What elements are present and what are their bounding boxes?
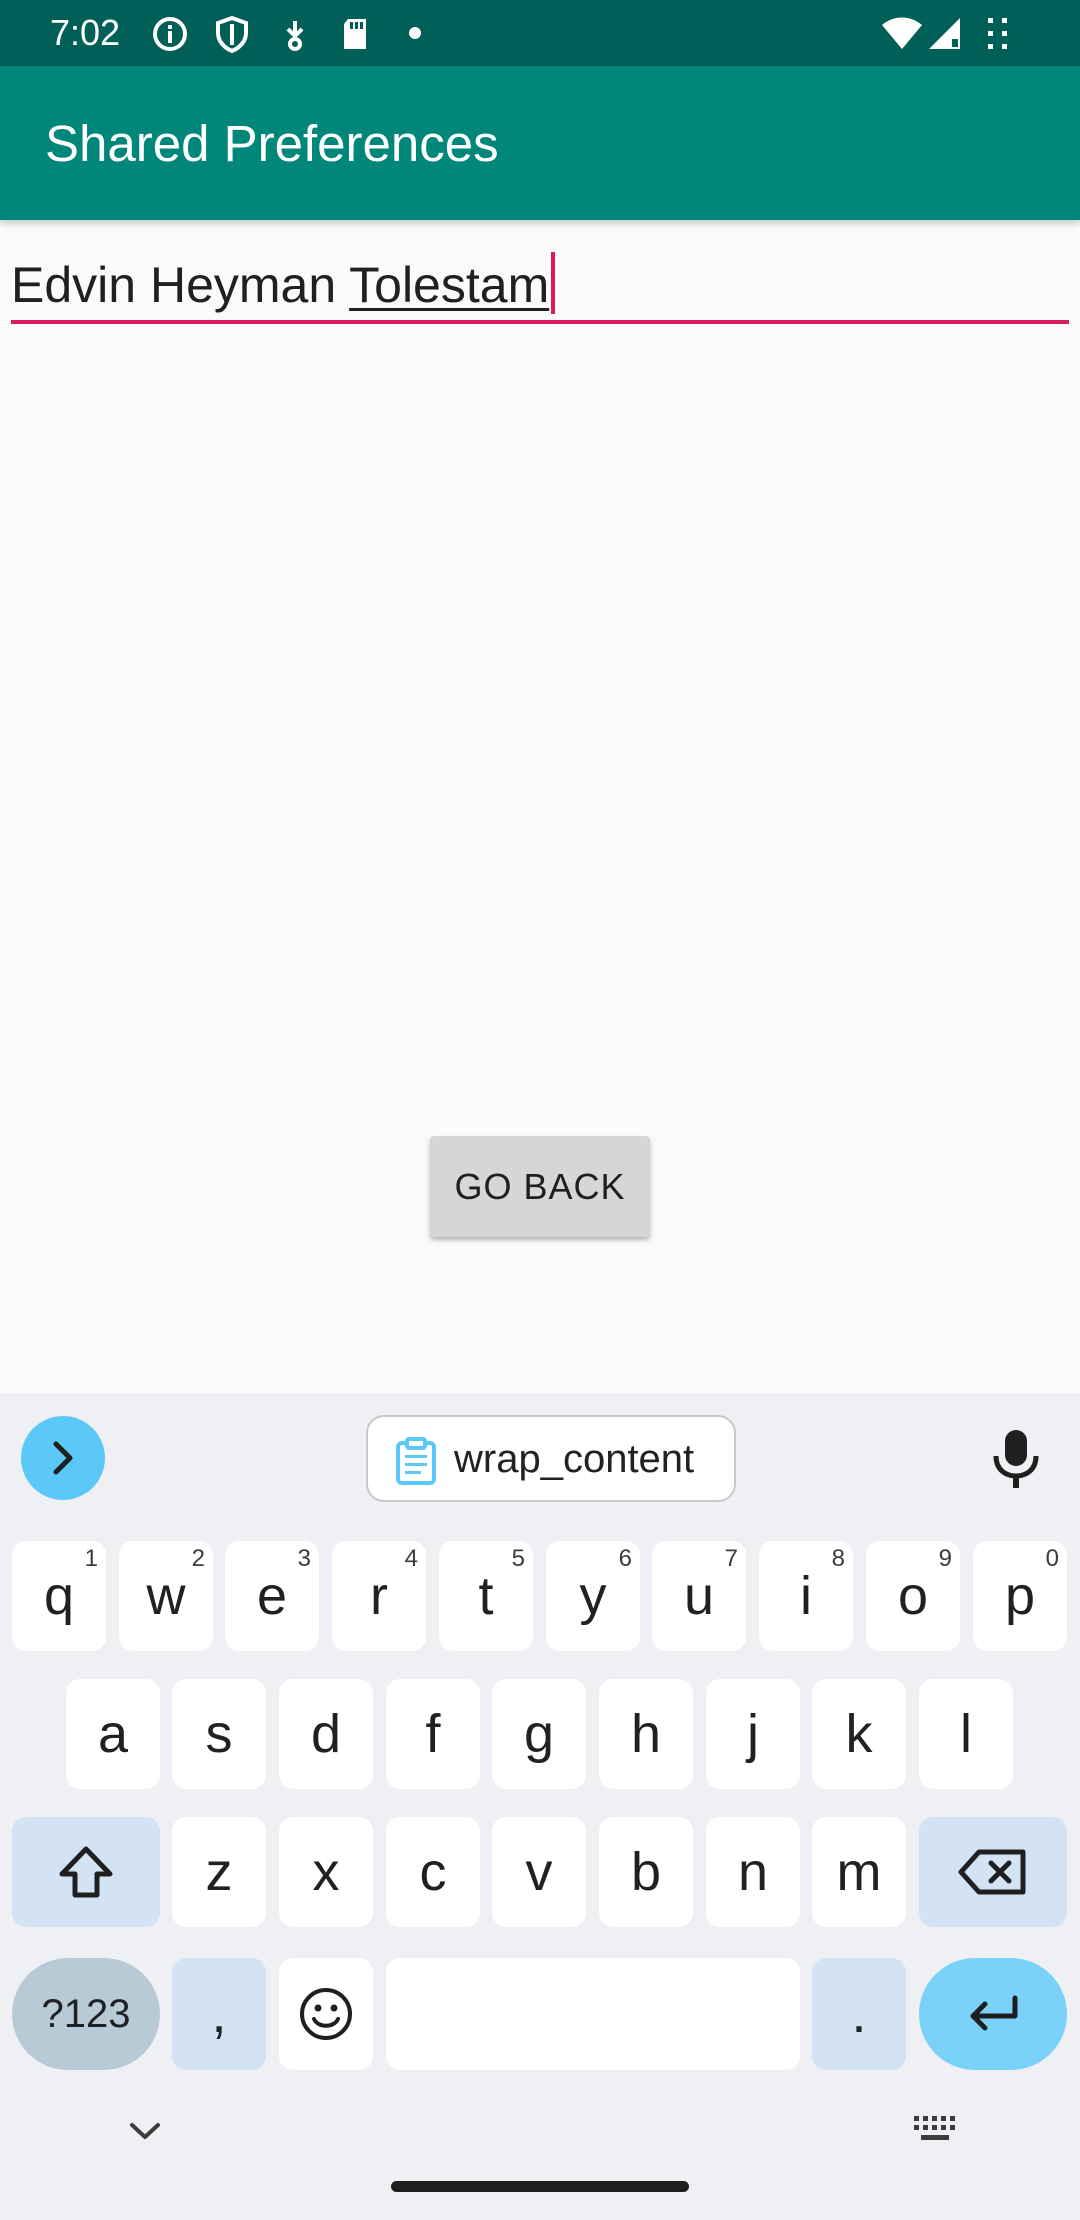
key-label: y [579,1566,607,1626]
key-u[interactable]: u7 [652,1541,746,1651]
key-m[interactable]: m [812,1817,906,1927]
key-g[interactable]: g [492,1679,586,1789]
text-cursor [551,252,556,314]
period-key[interactable]: . [812,1958,906,2070]
emoji-key[interactable] [279,1958,373,2070]
key-y[interactable]: y6 [546,1541,640,1651]
keyboard: wrap_content q1 w2 e3 r4 t5 y6 u7 i8 o9 … [0,1393,1080,2220]
input-underline [11,320,1069,324]
app-title: Shared Preferences [45,115,499,172]
enter-icon [970,1995,1018,2031]
enter-key[interactable] [919,1958,1067,2070]
shift-key[interactable] [12,1817,160,1927]
key-hint: 7 [724,1545,738,1572]
key-hint: 4 [404,1545,418,1572]
screen: 7:02 Shared Preferences Edvin Heyman Tol… [0,0,1080,2220]
key-b[interactable]: b [599,1817,693,1927]
key-o[interactable]: o9 [866,1541,960,1651]
clipboard-suggestion-chip[interactable]: wrap_content [366,1415,736,1502]
info-icon [153,17,187,51]
comma-key[interactable]: , [172,1958,266,2070]
mic-icon[interactable] [990,1428,1042,1490]
key-i[interactable]: i8 [759,1541,853,1651]
more-icon [988,18,1007,49]
wifi-icon [882,17,922,49]
key-e[interactable]: e3 [225,1541,319,1651]
key-hint: 8 [831,1545,845,1572]
key-hint: 5 [511,1545,525,1572]
key-z[interactable]: z [172,1817,266,1927]
shift-icon [59,1846,113,1898]
download-icon [286,21,304,51]
key-label: e [256,1566,288,1626]
key-j[interactable]: j [706,1679,800,1789]
chevron-down-icon[interactable] [128,2120,162,2142]
key-c[interactable]: c [386,1817,480,1927]
key-l[interactable]: l [919,1679,1013,1789]
key-hint: 2 [191,1545,205,1572]
key-label: t [478,1566,494,1626]
key-hint: 9 [938,1545,952,1572]
key-p[interactable]: p0 [973,1541,1067,1651]
key-w[interactable]: w2 [119,1541,213,1651]
name-input[interactable]: Edvin Heyman Tolestam [11,240,1069,324]
key-label: u [683,1566,715,1626]
go-back-button[interactable]: GO BACK [430,1136,650,1237]
chevron-right-icon [53,1441,73,1475]
app-bar: Shared Preferences [0,66,1080,220]
key-hint: 6 [618,1545,632,1572]
keyboard-icon[interactable] [912,2113,958,2147]
key-f[interactable]: f [386,1679,480,1789]
status-time: 7:02 [50,12,121,53]
backspace-icon [958,1849,1026,1895]
key-label: i [800,1566,812,1626]
key-hint: 0 [1045,1545,1059,1572]
key-r[interactable]: r4 [332,1541,426,1651]
key-label: o [897,1566,929,1626]
key-label: q [43,1566,75,1626]
shield-icon [216,15,248,53]
sd-card-icon [344,19,366,49]
emoji-icon [300,1988,352,2040]
key-d[interactable]: d [279,1679,373,1789]
key-q[interactable]: q1 [12,1541,106,1651]
status-bar: 7:02 [0,0,1080,66]
space-key[interactable] [386,1958,800,2070]
key-n[interactable]: n [706,1817,800,1927]
symbols-key[interactable]: ?123 [12,1958,160,2070]
home-gesture-bar[interactable] [391,2181,689,2192]
clipboard-suggestion-text: wrap_content [454,1437,695,1481]
key-hint: 3 [297,1545,311,1572]
name-input-text: Edvin Heyman Tolestam [11,252,556,314]
key-x[interactable]: x [279,1817,373,1927]
backspace-key[interactable] [919,1817,1067,1927]
key-v[interactable]: v [492,1817,586,1927]
keyboard-expand-button[interactable] [21,1416,105,1500]
input-text-composing: Tolestam [349,257,550,313]
key-label: w [146,1566,186,1626]
key-label: p [1004,1566,1036,1626]
key-a[interactable]: a [66,1679,160,1789]
dot-icon [409,27,421,39]
key-k[interactable]: k [812,1679,906,1789]
key-t[interactable]: t5 [439,1541,533,1651]
key-s[interactable]: s [172,1679,266,1789]
key-label: r [370,1566,388,1626]
signal-icon [929,18,960,49]
key-h[interactable]: h [599,1679,693,1789]
key-hint: 1 [84,1545,98,1572]
clipboard-icon [396,1437,436,1485]
input-text-prefix: Edvin Heyman [11,257,350,313]
